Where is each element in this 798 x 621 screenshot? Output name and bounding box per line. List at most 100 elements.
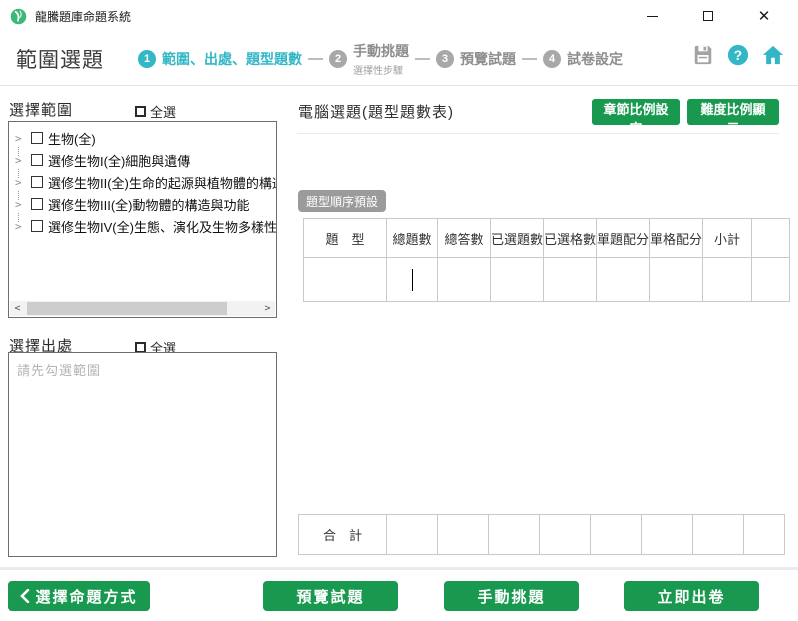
total-cell [488,514,540,555]
chevron-right-icon[interactable]: > [15,132,27,156]
back-to-method-button[interactable]: 選擇命題方式 [8,581,150,611]
cell-question-type[interactable] [303,257,387,302]
total-cell [437,514,489,555]
total-cell [743,514,785,555]
step-1-range[interactable]: 1 範圍、出處、題型題數 [138,49,302,69]
tree-item-label: 選修生物III(全)動物體的構造與功能 [48,197,250,213]
range-tree-panel: > 生物(全) > 選修生物I(全)細胞與遺傳 > 選修生物II(全)生命的起源… [8,121,277,318]
step-4-number: 4 [543,49,561,68]
col-points-per-question: 單題配分 [596,218,651,258]
cell-points-per-cell[interactable] [649,257,704,302]
col-total-answers: 總答數 [437,218,491,258]
wizard-header: 範圍選題 1 範圍、出處、題型題數 2 手動挑題 選擇性步驟 3 預覽試題 4 [0,32,798,86]
source-list-panel[interactable]: 請先勾選範圍 [8,352,277,557]
close-button[interactable]: ✕ [736,0,792,32]
scroll-right-arrow-icon[interactable]: > [260,301,275,316]
scrollbar-thumb[interactable] [27,302,227,315]
tree-item-elective-bio-4[interactable]: > 選修生物IV(全)生態、演化及生物多樣性 [9,215,276,237]
minimize-icon [646,15,658,17]
preview-questions-button[interactable]: 預覽試題 [263,581,398,611]
total-label-cell: 合 計 [298,514,387,555]
save-icon[interactable] [692,44,714,66]
step-connector [415,57,430,60]
window-titlebar: 龍騰題庫命題系統 ✕ [0,0,798,32]
scroll-left-arrow-icon[interactable]: < [10,301,25,316]
step-2-manual-pick[interactable]: 2 手動挑題 選擇性步驟 [329,41,409,77]
step-3-number: 3 [436,49,454,68]
step-2-number: 2 [329,49,347,68]
step-1-label: 範圍、出處、題型題數 [162,50,302,67]
cell-selected-questions[interactable] [489,257,545,302]
step-2-label: 手動挑題 [353,42,409,59]
col-total-questions: 總題數 [386,218,438,258]
step-3-preview[interactable]: 3 預覽試題 [436,49,516,69]
step-3-label: 預覽試題 [460,50,516,67]
window-title: 龍騰題庫命題系統 [35,9,132,24]
range-panel-title: 選擇範圍 [9,102,74,119]
total-cell [590,514,642,555]
question-order-preset-badge[interactable]: 題型順序預設 [298,190,387,212]
tree-item-checkbox[interactable] [31,154,43,166]
col-question-type: 題 型 [303,218,387,258]
tree-item-checkbox[interactable] [31,220,43,232]
maximize-button[interactable] [680,0,736,32]
cell-extra[interactable] [751,257,791,302]
maximize-icon [703,11,713,21]
range-select-all-label: 全選 [150,105,177,120]
total-row: 合 計 [298,514,785,555]
tree-item-checkbox[interactable] [31,132,43,144]
tree-item-checkbox[interactable] [31,176,43,188]
manual-pick-button[interactable]: 手動挑題 [444,581,579,611]
minimize-button[interactable] [624,0,680,32]
step-4-label: 試卷設定 [567,50,623,67]
total-row-table: 合 計 [298,514,785,555]
step-4-paper-settings[interactable]: 4 試卷設定 [543,49,623,69]
chevron-right-icon[interactable]: > [15,154,27,178]
cell-total-questions[interactable] [386,257,438,302]
window-controls: ✕ [624,0,792,32]
total-cell [641,514,693,555]
total-cell [539,514,591,555]
back-button-label: 選擇命題方式 [35,588,138,606]
panel-divider [297,133,779,134]
total-cell [386,514,438,555]
cell-total-answers[interactable] [437,257,491,302]
tree-item-biology-all[interactable]: > 生物(全) [9,127,276,156]
question-type-table: 題 型 總題數 總答數 已選題數 已選格數 單題配分 單格配分 小計 [303,218,791,302]
col-subtotal: 小計 [702,218,753,258]
source-placeholder-text: 請先勾選範圍 [17,363,102,378]
chevron-right-icon[interactable]: > [15,176,27,200]
step-2-sublabel: 選擇性步驟 [353,65,403,77]
tree-item-label: 選修生物I(全)細胞與遺傳 [48,153,191,169]
col-selected-cells: 已選格數 [543,218,598,258]
total-cell [692,514,744,555]
chevron-right-icon[interactable]: > [15,220,27,233]
tree-item-elective-bio-2[interactable]: > 選修生物II(全)生命的起源與植物體的構造 [9,171,276,200]
range-select-all-checkbox[interactable] [135,106,146,117]
help-icon[interactable]: ? [727,44,749,66]
range-tree: > 生物(全) > 選修生物I(全)細胞與遺傳 > 選修生物II(全)生命的起源… [9,122,276,237]
step-connector [522,57,537,60]
generate-paper-button[interactable]: 立即出卷 [624,581,759,611]
difficulty-ratio-button[interactable]: 難度比例顯示 [687,99,779,136]
tree-item-checkbox[interactable] [31,198,43,210]
tree-item-label: 選修生物IV(全)生態、演化及生物多樣性 [48,219,276,235]
tree-item-label: 選修生物II(全)生命的起源與植物體的構造 [48,175,276,191]
step-1-number: 1 [138,49,156,68]
col-selected-questions: 已選題數 [489,218,545,258]
tree-item-elective-bio-1[interactable]: > 選修生物I(全)細胞與遺傳 [9,149,276,178]
cell-points-per-question[interactable] [596,257,651,302]
tree-item-elective-bio-3[interactable]: > 選修生物III(全)動物體的構造與功能 [9,193,276,222]
table-header-row: 題 型 總題數 總答數 已選題數 已選格數 單題配分 單格配分 小計 [303,218,791,258]
cell-selected-cells[interactable] [543,257,598,302]
header-icons: ? [692,44,784,66]
range-select-all[interactable]: 全選 [135,102,176,121]
home-icon[interactable] [762,44,784,66]
tree-item-label: 生物(全) [48,131,96,147]
chevron-right-icon[interactable]: > [15,198,27,222]
horizontal-scrollbar[interactable]: < > [10,301,275,316]
wizard-steps: 1 範圍、出處、題型題數 2 手動挑題 選擇性步驟 3 預覽試題 4 試卷設定 [138,41,623,77]
chapter-ratio-button[interactable]: 章節比例設定 [592,99,680,136]
cell-subtotal[interactable] [702,257,753,302]
footer-divider [0,567,798,570]
